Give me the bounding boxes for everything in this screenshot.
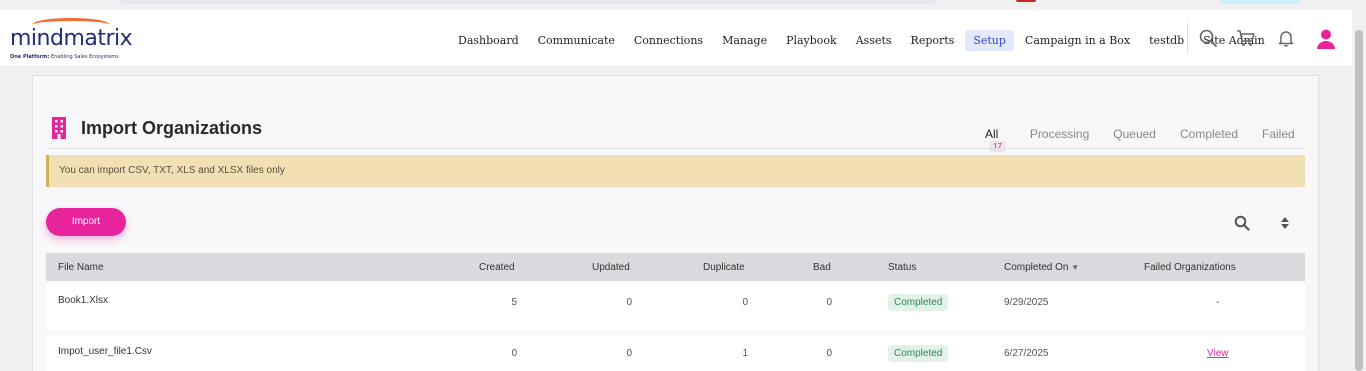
col-file-name[interactable]: File Name <box>58 262 104 273</box>
logo-tagline: One Platform: Enabling Sales Ecosystems <box>10 54 119 60</box>
address-bar[interactable] <box>118 0 938 4</box>
nav-dashboard[interactable]: Dashboard <box>450 30 527 51</box>
nav-connections[interactable]: Connections <box>626 30 711 51</box>
table-header: File Name Created Updated Duplicate Bad … <box>46 253 1305 281</box>
col-duplicate[interactable]: Duplicate <box>703 262 745 273</box>
header-divider <box>1187 23 1188 53</box>
cell-updated: 0 <box>626 297 632 308</box>
cell-created: 5 <box>511 297 517 308</box>
nav-reports[interactable]: Reports <box>903 30 963 51</box>
view-failed-link[interactable]: View <box>1207 348 1229 359</box>
import-button[interactable]: Import <box>46 208 126 236</box>
cell-completed-on: 6/27/2025 <box>1004 348 1049 359</box>
bell-icon[interactable] <box>1276 28 1296 48</box>
cell-created: 0 <box>511 348 517 359</box>
nav-playbook[interactable]: Playbook <box>778 30 845 51</box>
nav-assets[interactable]: Assets <box>848 30 900 51</box>
nav-setup[interactable]: Setup <box>965 30 1014 51</box>
status-badge: Completed <box>888 294 949 311</box>
page-scrollbar[interactable] <box>1352 10 1366 371</box>
cell-bad: 0 <box>826 297 832 308</box>
nav-campaign-in-a-box[interactable]: Campaign in a Box <box>1017 30 1138 51</box>
main-nav: Dashboard Communicate Connections Manage… <box>450 30 1276 51</box>
cart-icon[interactable] <box>1236 28 1256 48</box>
alert-text: You can import CSV, TXT, XLS and XLSX fi… <box>59 165 285 176</box>
col-status[interactable]: Status <box>888 262 916 273</box>
cell-duplicate: 0 <box>742 297 748 308</box>
col-completed-on[interactable]: Completed On ▼ <box>1004 262 1079 273</box>
table-search-icon[interactable] <box>1234 215 1250 235</box>
col-failed-organizations[interactable]: Failed Organizations <box>1144 262 1236 273</box>
cell-bad: 0 <box>826 348 832 359</box>
scrollbar-thumb[interactable] <box>1355 30 1363 371</box>
logo[interactable]: mindmatrix One Platform: Enabling Sales … <box>10 14 133 60</box>
sort-desc-icon: ▼ <box>1071 263 1080 272</box>
search-icon[interactable] <box>1198 28 1218 48</box>
nav-communicate[interactable]: Communicate <box>530 30 623 51</box>
col-created[interactable]: Created <box>479 262 515 273</box>
browser-top-strip <box>0 0 1366 10</box>
col-updated[interactable]: Updated <box>592 262 630 273</box>
nav-manage[interactable]: Manage <box>714 30 775 51</box>
tabs-divider <box>47 148 1305 149</box>
cell-updated: 0 <box>626 348 632 359</box>
status-badge: Completed <box>888 345 949 362</box>
info-alert: You can import CSV, TXT, XLS and XLSX fi… <box>46 155 1305 187</box>
cell-duplicate: 1 <box>742 348 748 359</box>
page-title: Import Organizations <box>81 118 263 138</box>
cell-file-name: Book1.Xlsx <box>58 295 109 306</box>
browser-button[interactable] <box>1220 0 1300 4</box>
col-bad[interactable]: Bad <box>813 262 831 273</box>
logo-arc <box>32 18 110 32</box>
table-row: Impot_user_file1.Csv 0 0 1 0 Completed 6… <box>46 336 1305 371</box>
nav-testdb[interactable]: testdb <box>1141 30 1192 51</box>
user-icon[interactable] <box>1315 28 1335 49</box>
building-icon <box>51 117 67 143</box>
app-header: mindmatrix One Platform: Enabling Sales … <box>0 10 1352 66</box>
sort-icon[interactable] <box>1279 215 1291 235</box>
tab-count-badge: 17 <box>989 141 1006 152</box>
browser-indicator <box>1016 0 1036 2</box>
cell-file-name: Impot_user_file1.Csv <box>58 346 152 357</box>
cell-completed-on: 9/29/2025 <box>1004 297 1049 308</box>
table-row: Book1.Xlsx 5 0 0 0 Completed 9/29/2025 - <box>46 284 1305 330</box>
import-panel: Import Organizations All17 Processing Qu… <box>32 75 1319 371</box>
cell-failed-organizations: - <box>1216 297 1220 308</box>
